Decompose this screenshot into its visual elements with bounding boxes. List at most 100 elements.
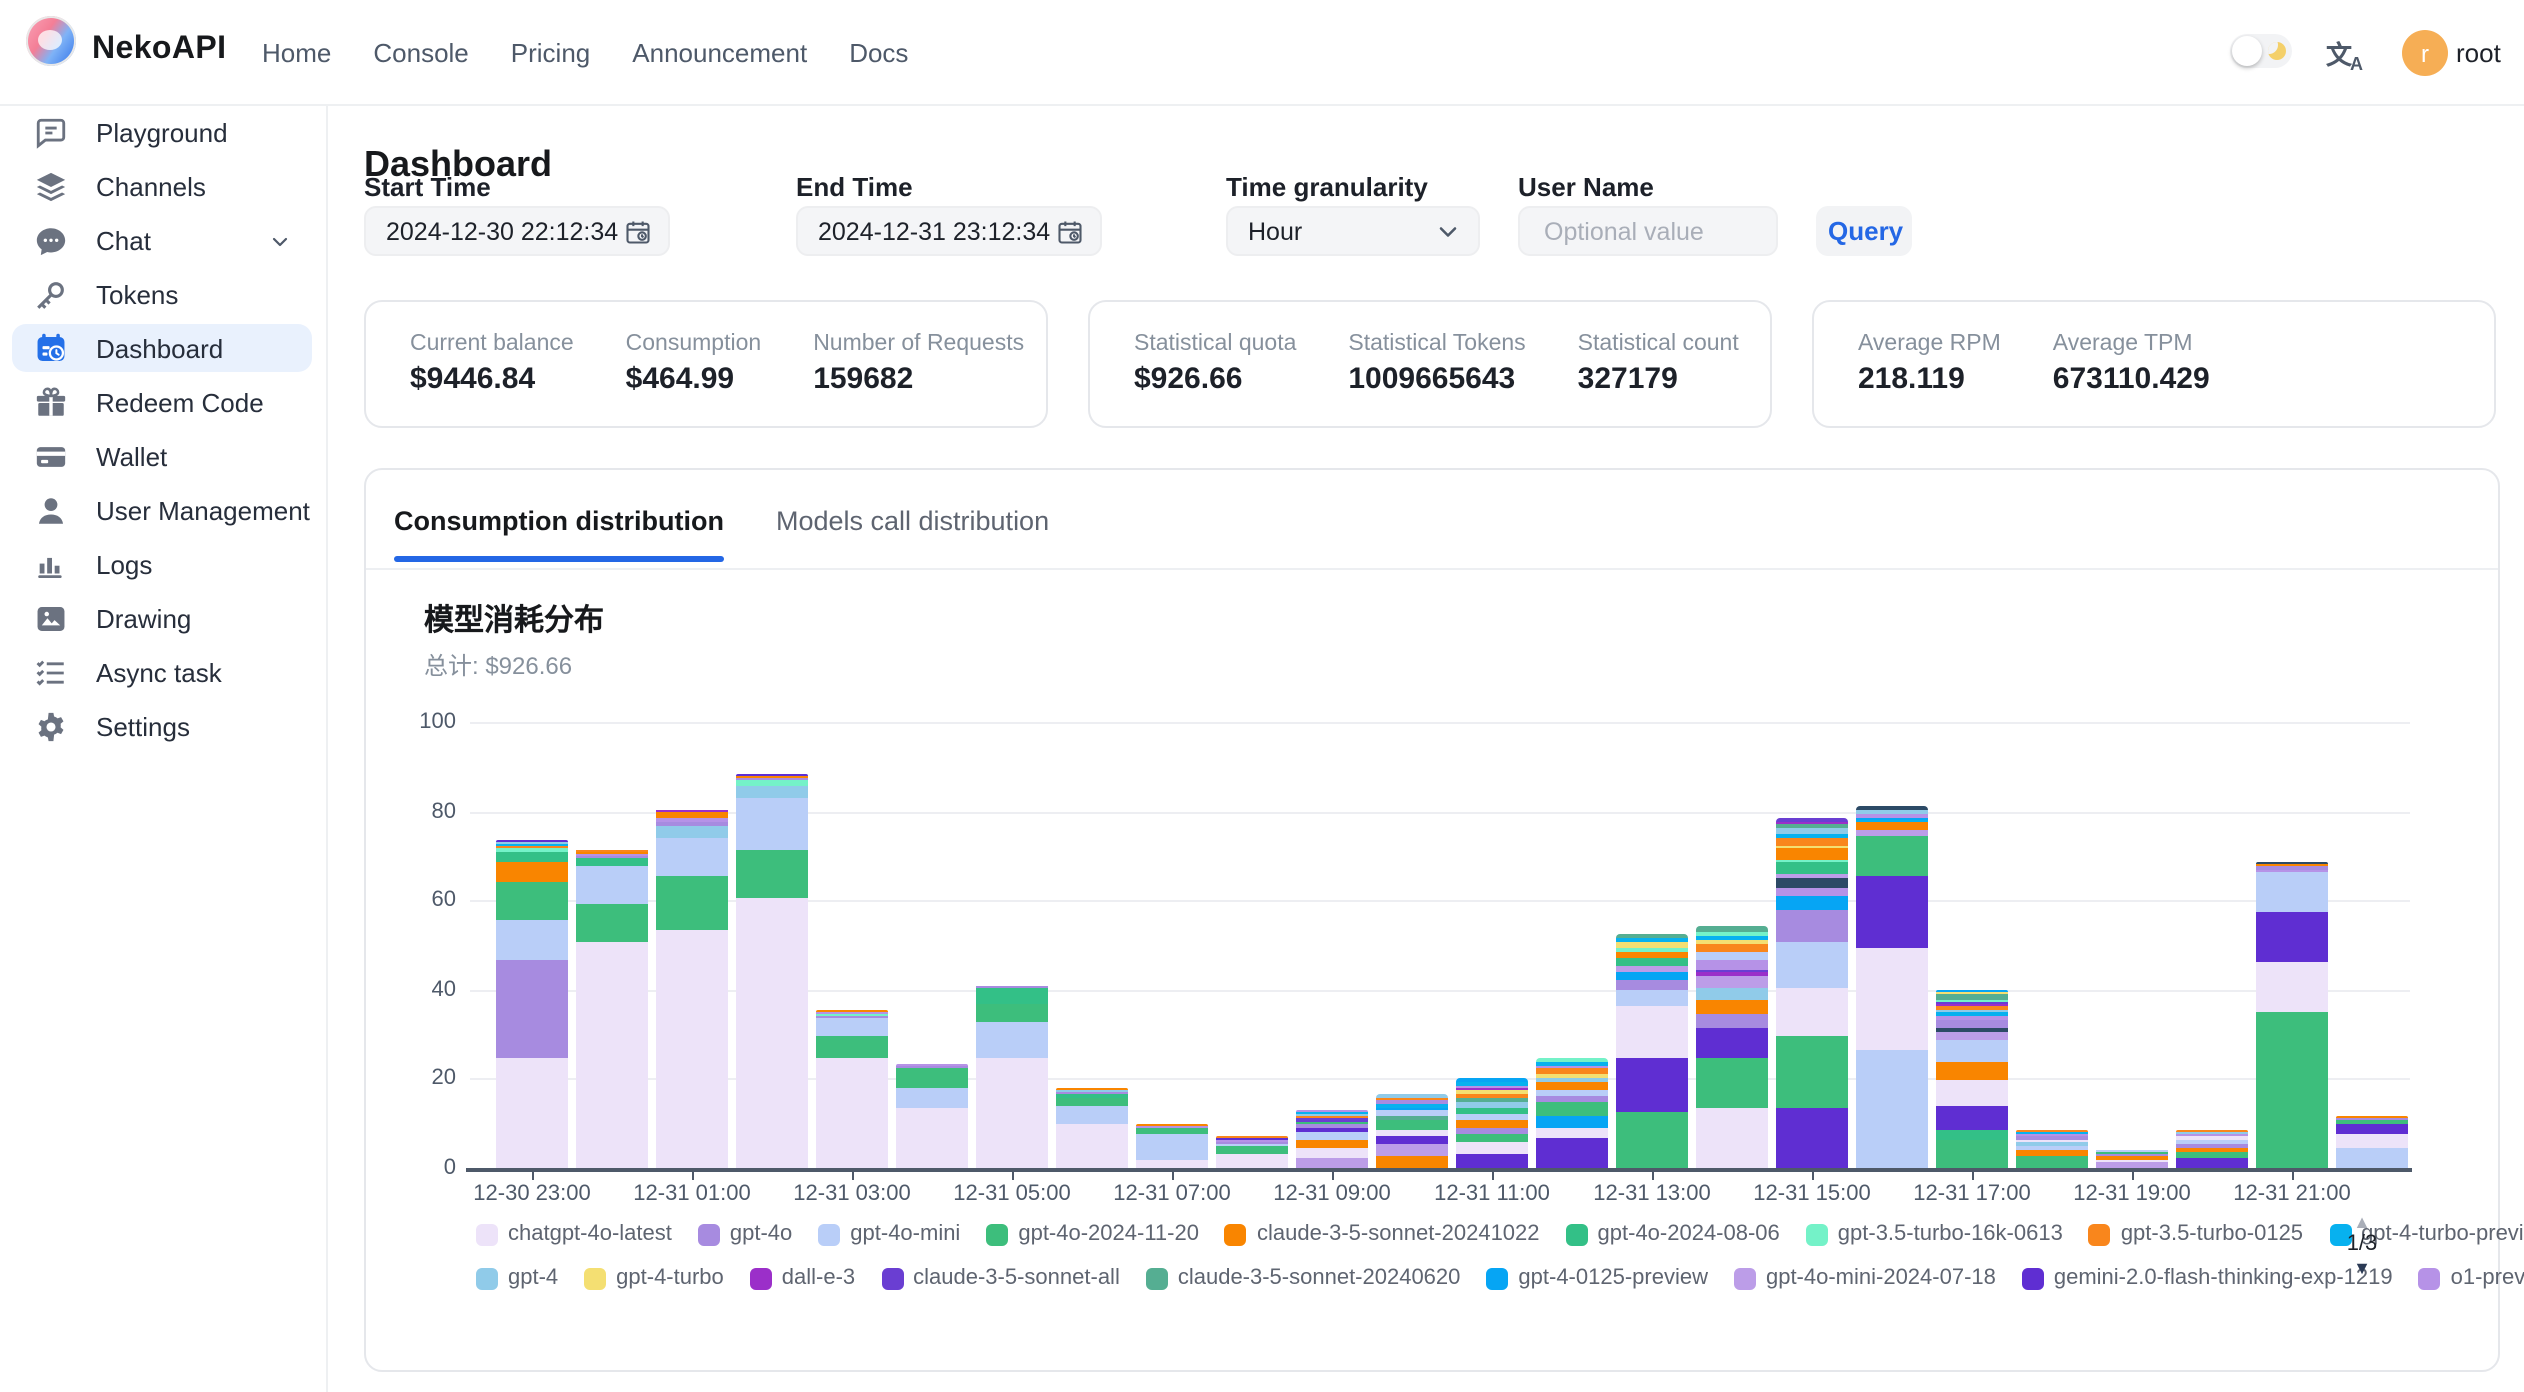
legend-swatch [1806,1223,1828,1245]
sidebar-item-label: Dashboard [96,333,223,363]
chart-bar-12-31-19-00[interactable] [2096,1149,2168,1167]
legend-item-gpt-4o-mini-2024-07-18[interactable]: gpt-4o-mini-2024-07-18 [1734,1266,1996,1290]
bar-segment-gpt-4o-2024-08-06 [496,852,568,863]
stat-statistical-quota: Statistical quota$926.66 [1134,332,1296,396]
chart-bar-12-31-11-00[interactable] [1456,1078,1528,1167]
user-name-input[interactable] [1540,215,1748,247]
legend-page-down-icon[interactable]: ▼ [2353,1258,2371,1278]
chart-bar-12-31-18-00[interactable] [2016,1131,2088,1167]
nav-link-pricing[interactable]: Pricing [511,37,591,67]
sidebar-item-dashboard[interactable]: Dashboard [12,324,312,372]
chart-bar-12-31-22-00[interactable] [2336,1116,2408,1167]
legend-swatch [584,1267,606,1289]
chart-total: 总计: $926.66 [424,648,572,682]
legend-swatch [881,1267,903,1289]
chart-bar-12-30-23-00[interactable] [496,841,568,1168]
legend-label: gpt-4o-mini [850,1222,960,1246]
bar-segment-gemini-2.0-flash-thinking-exp-1219 [1696,1027,1768,1058]
sidebar-item-drawing[interactable]: Drawing [12,594,312,642]
legend-item-gpt-4[interactable]: gpt-4 [476,1266,558,1290]
brand-name[interactable]: NekoAPI [92,32,226,68]
legend-item-gpt-3.5-turbo-16k-0613[interactable]: gpt-3.5-turbo-16k-0613 [1806,1222,2063,1246]
stat-current-balance: Current balance$9446.84 [410,332,574,396]
sidebar-item-user-management[interactable]: User Management [12,486,312,534]
end-time-input[interactable]: 2024-12-31 23:12:34 [796,206,1102,256]
legend-item-o1-preview[interactable]: o1-preview [2419,1266,2524,1290]
legend-item-dall-e-3[interactable]: dall-e-3 [750,1266,855,1290]
legend-item-gpt-4o-2024-08-06[interactable]: gpt-4o-2024-08-06 [1566,1222,1780,1246]
stat-value: 327179 [1578,362,1739,396]
sidebar-item-settings[interactable]: Settings [12,702,312,750]
chart-bar-12-31-20-00[interactable] [2176,1129,2248,1167]
chart-bar-12-31-14-00[interactable] [1696,925,1768,1167]
legend-page-up-icon[interactable]: ▲ [2353,1212,2371,1232]
bar-segment-gpt-4o-2024-08-06 [976,988,1048,1004]
chart-bar-12-31-12-00[interactable] [1536,1057,1608,1167]
legend-item-claude-3-5-sonnet-20241022[interactable]: claude-3-5-sonnet-20241022 [1225,1222,1540,1246]
chart-bar-12-31-04-00[interactable] [896,1064,968,1167]
bar-segment-gpt-4o-mini [736,798,808,849]
chart-bar-12-31-01-00[interactable] [656,809,728,1167]
chart-bar-12-31-16-00[interactable] [1856,805,1928,1167]
sidebar-item-label: Channels [96,171,206,201]
nav-link-console[interactable]: Console [373,37,468,67]
bar-segment-gpt-4o-mini [1776,943,1848,987]
nav-link-docs[interactable]: Docs [849,37,908,67]
avatar[interactable]: r [2402,30,2448,76]
chart-bar-12-31-09-00[interactable] [1296,1111,1368,1167]
theme-toggle[interactable] [2230,34,2292,68]
chart-bar-12-31-03-00[interactable] [816,1010,888,1167]
bar-segment-gemini-2.0-flash-thinking-exp-1219 [1536,1138,1608,1167]
legend-label: dall-e-3 [782,1266,855,1290]
brand-logo-icon[interactable] [26,16,76,66]
sidebar-item-async-task[interactable]: Async task [12,648,312,696]
translate-icon[interactable]: 文A [2326,34,2363,74]
sidebar-item-label: Chat [96,225,151,255]
legend-item-claude-3-5-sonnet-all[interactable]: claude-3-5-sonnet-all [881,1266,1120,1290]
tab-consumption-distribution[interactable]: Consumption distribution [394,506,724,562]
sidebar-item-playground[interactable]: Playground [12,108,312,156]
stat-value: 1009665643 [1348,362,1525,396]
tab-models-call-distribution[interactable]: Models call distribution [776,506,1049,562]
sidebar-item-channels[interactable]: Channels [12,162,312,210]
query-button[interactable]: Query [1816,206,1912,256]
image-icon [34,601,68,635]
bar-segment-chatgpt-4o-latest [656,929,728,1167]
legend-item-chatgpt-4o-latest[interactable]: chatgpt-4o-latest [476,1222,672,1246]
chart-bar-12-31-13-00[interactable] [1616,933,1688,1167]
bar-segment-gpt-4o [1776,909,1848,942]
chart-bar-12-31-06-00[interactable] [1056,1088,1128,1167]
stat-label: Average TPM [2053,332,2210,356]
chart-bar-12-31-17-00[interactable] [1936,990,2008,1167]
chart-bar-12-31-21-00[interactable] [2256,861,2328,1167]
nav-link-announcement[interactable]: Announcement [632,37,807,67]
chart-bar-12-31-02-00[interactable] [736,774,808,1167]
legend-item-gpt-4o-2024-11-20[interactable]: gpt-4o-2024-11-20 [986,1222,1199,1246]
legend-item-gpt-4-turbo[interactable]: gpt-4-turbo [584,1266,724,1290]
chart-bar-12-31-10-00[interactable] [1376,1094,1448,1167]
legend-item-gpt-4o[interactable]: gpt-4o [698,1222,792,1246]
chart-bar-12-31-15-00[interactable] [1776,817,1848,1167]
sidebar-item-logs[interactable]: Logs [12,540,312,588]
bar-segment-gpt-4o [1616,981,1688,990]
legend-item-claude-3-5-sonnet-20240620[interactable]: claude-3-5-sonnet-20240620 [1146,1266,1461,1290]
legend-item-gpt-3.5-turbo-0125[interactable]: gpt-3.5-turbo-0125 [2089,1222,2303,1246]
sidebar-item-label: Playground [96,117,228,147]
start-time-input[interactable]: 2024-12-30 22:12:34 [364,206,670,256]
chart-bar-12-31-05-00[interactable] [976,985,1048,1167]
legend-row-1: chatgpt-4o-latest gpt-4o gpt-4o-mini gpt-4o… [476,1222,2524,1246]
chart-bar-12-31-08-00[interactable] [1216,1137,1288,1168]
granularity-select[interactable]: Hour [1226,206,1480,256]
legend-page-indicator: 1/3 [2347,1232,2378,1258]
nav-link-home[interactable]: Home [262,37,331,67]
chart-bar-12-31-07-00[interactable] [1136,1125,1208,1168]
sidebar-item-chat[interactable]: Chat [12,216,312,264]
user-name[interactable]: root [2456,38,2501,68]
legend-item-gpt-4o-mini[interactable]: gpt-4o-mini [818,1222,960,1246]
legend-item-gpt-4-0125-preview[interactable]: gpt-4-0125-preview [1486,1266,1708,1290]
sidebar-item-redeem-code[interactable]: Redeem Code [12,378,312,426]
sidebar-item-wallet[interactable]: Wallet [12,432,312,480]
chart-bar-12-31-00-00[interactable] [576,849,648,1167]
chevron-down-icon [1434,217,1462,245]
sidebar-item-tokens[interactable]: Tokens [12,270,312,318]
